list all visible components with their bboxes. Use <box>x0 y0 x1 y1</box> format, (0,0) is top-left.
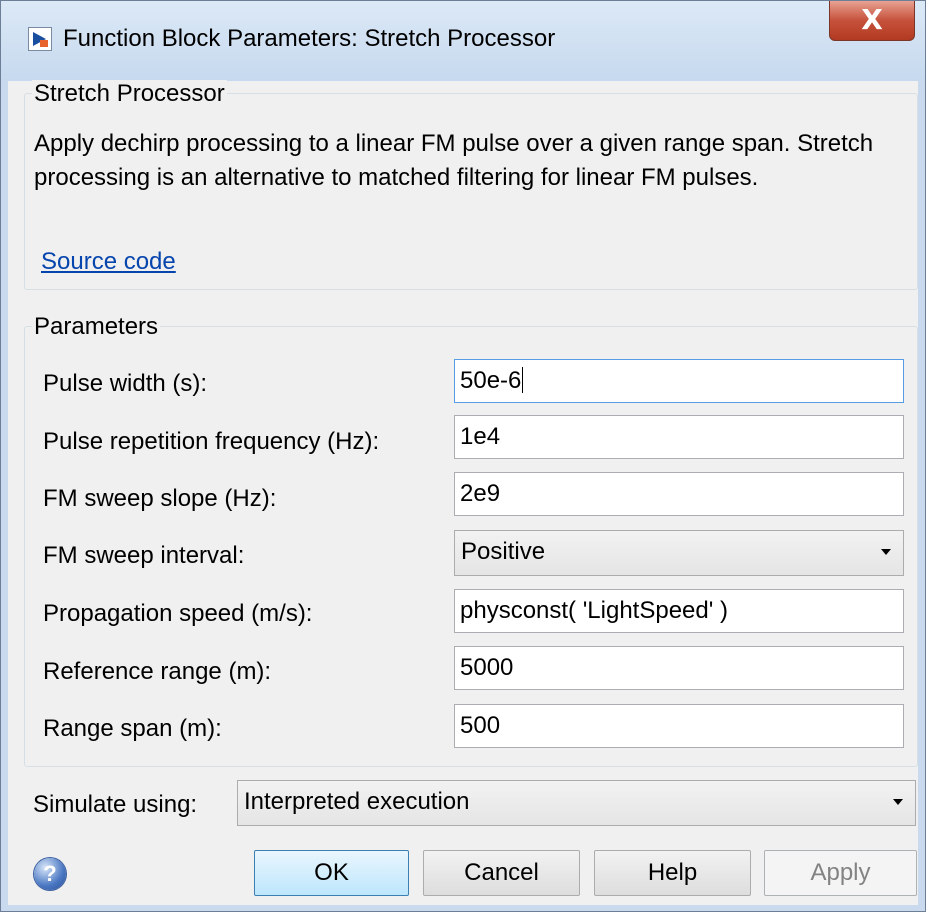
simulate-using-select[interactable]: Interpreted execution <box>237 780 916 826</box>
pulse-width-label: Pulse width (s): <box>43 370 208 397</box>
sweep-interval-select[interactable]: Positive <box>454 530 904 576</box>
reference-range-field[interactable]: 5000 <box>454 646 904 690</box>
pulse-width-field[interactable]: 50e-6 <box>454 359 904 403</box>
parameters-group-title: Parameters <box>32 313 161 341</box>
cancel-button[interactable]: Cancel <box>423 850 580 896</box>
sweep-slope-label: FM sweep slope (Hz): <box>43 485 277 512</box>
prf-label: Pulse repetition frequency (Hz): <box>43 428 380 455</box>
text-caret <box>522 367 524 393</box>
chevron-down-icon <box>893 799 903 805</box>
propagation-speed-label: Propagation speed (m/s): <box>43 600 313 627</box>
close-icon: X <box>861 3 883 36</box>
block-group-title: Stretch Processor <box>32 80 227 108</box>
block-description: Apply dechirp processing to a linear FM … <box>34 130 874 191</box>
reference-range-label: Reference range (m): <box>43 658 272 685</box>
pulse-width-value: 50e-6 <box>460 367 522 394</box>
simulink-block-icon <box>28 27 52 51</box>
close-button[interactable]: X <box>829 1 915 41</box>
chevron-down-icon <box>881 549 891 555</box>
dialog-window: Function Block Parameters: Stretch Proce… <box>0 0 926 912</box>
window-title: Function Block Parameters: Stretch Proce… <box>63 25 556 52</box>
sweep-interval-value: Positive <box>461 538 546 565</box>
apply-button[interactable]: Apply <box>764 850 917 896</box>
sweep-slope-field[interactable]: 2e9 <box>454 472 904 516</box>
propagation-speed-field[interactable]: physconst( 'LightSpeed' ) <box>454 589 904 633</box>
ok-button[interactable]: OK <box>254 850 409 896</box>
source-code-link[interactable]: Source code <box>41 248 176 276</box>
help-icon[interactable]: ? <box>34 858 66 890</box>
title-bar[interactable]: Function Block Parameters: Stretch Proce… <box>1 1 925 81</box>
range-span-field[interactable]: 500 <box>454 704 904 748</box>
simulate-using-label: Simulate using: <box>33 791 198 818</box>
sweep-interval-label: FM sweep interval: <box>43 542 245 569</box>
help-button[interactable]: Help <box>594 850 751 896</box>
prf-field[interactable]: 1e4 <box>454 415 904 459</box>
simulate-using-value: Interpreted execution <box>244 788 470 815</box>
range-span-label: Range span (m): <box>43 715 222 742</box>
